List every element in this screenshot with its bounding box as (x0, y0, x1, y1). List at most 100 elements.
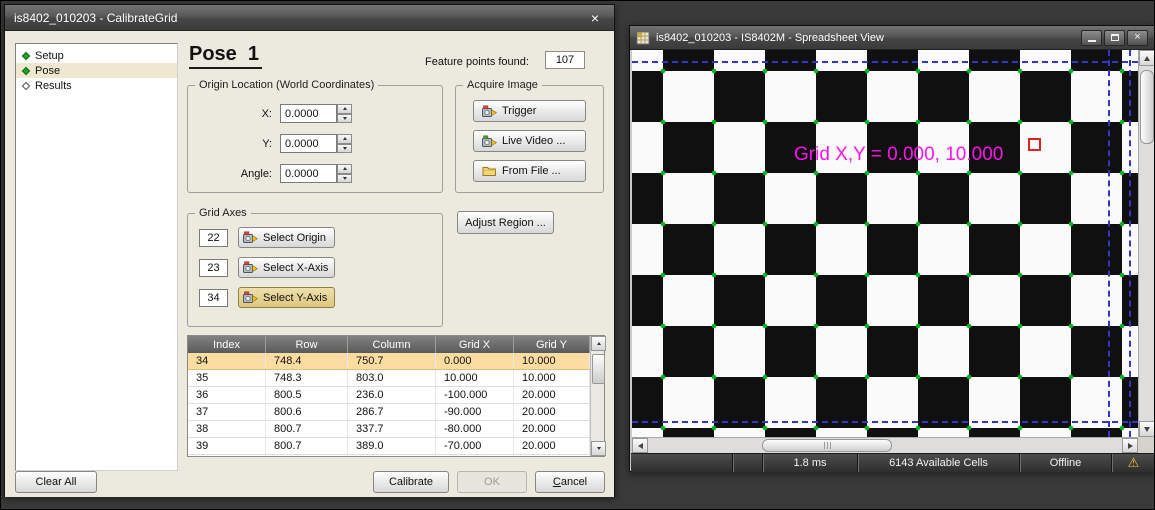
button-label: Trigger (502, 105, 536, 117)
scroll-left-icon[interactable] (632, 438, 648, 453)
step-list: Setup Pose Results (15, 43, 178, 471)
table-row[interactable]: 37 800.6 286.7 -90.000 20.000 (188, 404, 590, 421)
calibrate-grid-titlebar[interactable]: is8402_010203 - CalibrateGrid × (5, 5, 614, 31)
origin-angle-spinner[interactable] (337, 164, 352, 183)
acquisition-time-status: 1.8 ms (762, 454, 857, 472)
origin-location-group: Origin Location (World Coordinates) X: Y… (187, 85, 443, 193)
table-row[interactable]: 35 748.3 803.0 10.000 10.000 (188, 370, 590, 387)
calibrate-grid-body: Setup Pose Results Pose 1 Feature points… (5, 31, 614, 497)
available-cells-status: 6143 Available Cells (857, 454, 1019, 472)
spin-down-icon[interactable] (337, 114, 352, 124)
scroll-up-icon[interactable] (591, 336, 606, 351)
adjust-region-button[interactable]: Adjust Region ... (457, 211, 554, 234)
close-icon[interactable]: × (585, 9, 605, 27)
scrollbar-thumb[interactable] (1140, 70, 1154, 144)
cell: -80.000 (436, 421, 514, 437)
live-video-button[interactable]: Live Video ... (473, 130, 586, 152)
scroll-right-icon[interactable] (1122, 438, 1138, 453)
select-y-axis-button[interactable]: Select Y-Axis (238, 287, 335, 308)
cell: 20.000 (514, 404, 590, 420)
origin-x-row: X: (188, 104, 442, 124)
origin-index-field[interactable] (199, 229, 228, 247)
status-spacer (732, 454, 762, 472)
origin-x-spinner[interactable] (337, 104, 352, 123)
scroll-down-icon[interactable] (1139, 421, 1155, 437)
table-row[interactable]: 39 800.7 389.0 -70.000 20.000 (188, 438, 590, 455)
yaxis-index-field[interactable] (199, 289, 228, 307)
origin-angle-row: Angle: (188, 164, 442, 184)
origin-x-input[interactable] (280, 104, 337, 123)
calibrate-button[interactable]: Calibrate (373, 471, 449, 493)
group-title: Grid Axes (195, 207, 251, 219)
spreadsheet-titlebar[interactable]: is8402_010203 - IS8402M - Spreadsheet Vi… (630, 26, 1154, 50)
ok-button[interactable]: OK (457, 471, 527, 493)
clear-all-button[interactable]: Clear All (15, 471, 97, 493)
cell: 236.0 (348, 387, 436, 403)
checkerboard-pattern (632, 50, 1138, 437)
cancel-button[interactable]: Cancel (535, 471, 605, 493)
scroll-up-icon[interactable] (1139, 50, 1155, 66)
page-title: Pose 1 (189, 43, 262, 69)
scrollbar-thumb[interactable] (592, 354, 605, 384)
group-title: Origin Location (World Coordinates) (195, 79, 378, 91)
button-label: Cancel (553, 476, 587, 488)
window-title: is8402_010203 - IS8402M - Spreadsheet Vi… (656, 32, 884, 44)
cell: -70.000 (436, 438, 514, 454)
cell: 38 (188, 421, 266, 437)
select-origin-button[interactable]: Select Origin (238, 227, 335, 248)
sidebar-item-results[interactable]: Results (16, 78, 177, 93)
spin-up-icon[interactable] (337, 164, 352, 174)
select-point-icon (243, 261, 258, 274)
from-file-button[interactable]: From File ... (473, 160, 586, 182)
vertical-scrollbar[interactable] (1138, 50, 1155, 437)
acquire-image-group: Acquire Image Trigger Live Video ... Fro… (455, 85, 604, 193)
scrollbar-thumb[interactable] (762, 439, 892, 452)
origin-y-spinner[interactable] (337, 134, 352, 153)
button-label: From File ... (502, 165, 561, 177)
table-row[interactable]: 38 800.7 337.7 -80.000 20.000 (188, 421, 590, 438)
horizontal-scrollbar[interactable] (632, 437, 1138, 453)
grid-xy-overlay-label: Grid X,Y = 0.000, 10.000 (794, 144, 1003, 166)
feature-points-value: 107 (545, 51, 585, 69)
sidebar-item-setup[interactable]: Setup (16, 48, 177, 63)
spin-up-icon[interactable] (337, 104, 352, 114)
maximize-icon[interactable] (1104, 30, 1125, 46)
col-header-index: Index (188, 336, 266, 353)
cell: 337.7 (348, 421, 436, 437)
xaxis-index-field[interactable] (199, 259, 228, 277)
step-pending-icon (22, 81, 30, 89)
scroll-down-icon[interactable] (591, 441, 606, 456)
table-row[interactable]: 34 748.4 750.7 0.000 10.000 (188, 353, 590, 370)
spin-up-icon[interactable] (337, 134, 352, 144)
col-header-grid-y: Grid Y (514, 336, 590, 353)
minimize-icon[interactable] (1081, 30, 1102, 46)
origin-y-input[interactable] (280, 134, 337, 153)
cell: 35 (188, 370, 266, 386)
group-title: Acquire Image (463, 79, 542, 91)
table-row[interactable]: 36 800.5 236.0 -100.000 20.000 (188, 387, 590, 404)
sidebar-item-pose[interactable]: Pose (16, 63, 177, 78)
trigger-button[interactable]: Trigger (473, 100, 586, 122)
cell: 10.000 (436, 370, 514, 386)
step-complete-icon (22, 66, 30, 74)
col-header-grid-x: Grid X (436, 336, 514, 353)
button-label: Adjust Region ... (465, 217, 546, 229)
button-label: Calibrate (389, 476, 433, 488)
cell: 800.7 (266, 421, 348, 437)
cell: 0.000 (436, 353, 514, 369)
window-controls: × (1081, 30, 1148, 46)
close-icon[interactable]: × (1127, 30, 1148, 46)
cell: 800.7 (266, 438, 348, 454)
table-scrollbar[interactable] (590, 336, 604, 456)
calibration-image[interactable]: Grid X,Y = 0.000, 10.000 (632, 50, 1138, 437)
select-x-axis-button[interactable]: Select X-Axis (238, 257, 335, 278)
button-label: Select Y-Axis (263, 292, 327, 304)
sidebar-item-label: Setup (35, 50, 64, 62)
selected-point-marker (1028, 138, 1041, 151)
cell: 10.000 (514, 370, 590, 386)
cell: 803.0 (348, 370, 436, 386)
origin-angle-input[interactable] (280, 164, 337, 183)
spin-down-icon[interactable] (337, 144, 352, 154)
region-boundary-bottom (632, 421, 1138, 423)
spin-down-icon[interactable] (337, 174, 352, 184)
